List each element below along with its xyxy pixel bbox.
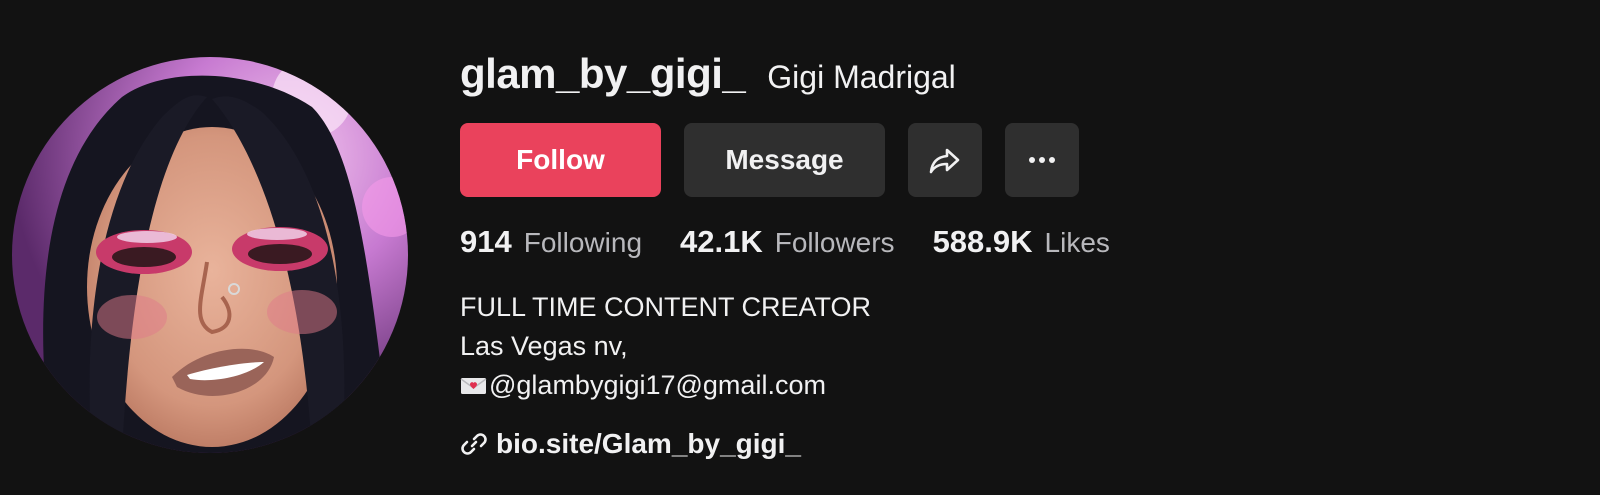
bio-link-text[interactable]: bio.site/Glam_by_gigi_ <box>496 428 801 460</box>
more-dots-icon <box>1029 157 1055 163</box>
following-label: Following <box>523 227 643 258</box>
stat-following[interactable]: 914 Following <box>460 224 642 260</box>
stat-likes: 588.9K Likes <box>933 224 1110 260</box>
profile-bio: FULL TIME CONTENT CREATOR Las Vegas nv, … <box>460 288 871 405</box>
love-letter-envelope-icon <box>460 378 487 394</box>
message-button[interactable]: Message <box>684 123 885 197</box>
nickname: Gigi Madrigal <box>767 59 956 95</box>
avatar-image <box>12 57 408 453</box>
bio-line-3: @glambygigi17@gmail.com <box>460 366 871 405</box>
stat-followers[interactable]: 42.1K Followers <box>680 224 895 260</box>
profile-info: glam_by_gigi_ Gigi Madrigal Follow Messa… <box>460 50 1560 459</box>
profile-stats: 914 Following 42.1K Followers 588.9K Lik… <box>460 224 1148 260</box>
likes-count: 588.9K <box>932 224 1033 259</box>
bio-line-2: Las Vegas nv, <box>460 331 628 361</box>
action-buttons: Follow Message <box>460 123 1079 197</box>
followers-label: Followers <box>774 227 895 258</box>
profile-avatar[interactable] <box>12 57 408 453</box>
link-chain-icon <box>461 433 487 455</box>
likes-label: Likes <box>1044 227 1110 258</box>
bio-link[interactable]: bio.site/Glam_by_gigi_ <box>460 428 801 460</box>
following-count: 914 <box>460 224 512 259</box>
share-button[interactable] <box>908 123 982 197</box>
share-arrow-icon <box>929 148 960 174</box>
username: glam_by_gigi_ <box>460 50 746 97</box>
more-button[interactable] <box>1005 123 1079 197</box>
follow-button[interactable]: Follow <box>460 123 661 197</box>
followers-count: 42.1K <box>680 224 763 259</box>
bio-email: @glambygigi17@gmail.com <box>489 370 826 400</box>
bio-line-1: FULL TIME CONTENT CREATOR <box>460 292 872 322</box>
profile-title-row: glam_by_gigi_ Gigi Madrigal <box>460 50 1560 102</box>
